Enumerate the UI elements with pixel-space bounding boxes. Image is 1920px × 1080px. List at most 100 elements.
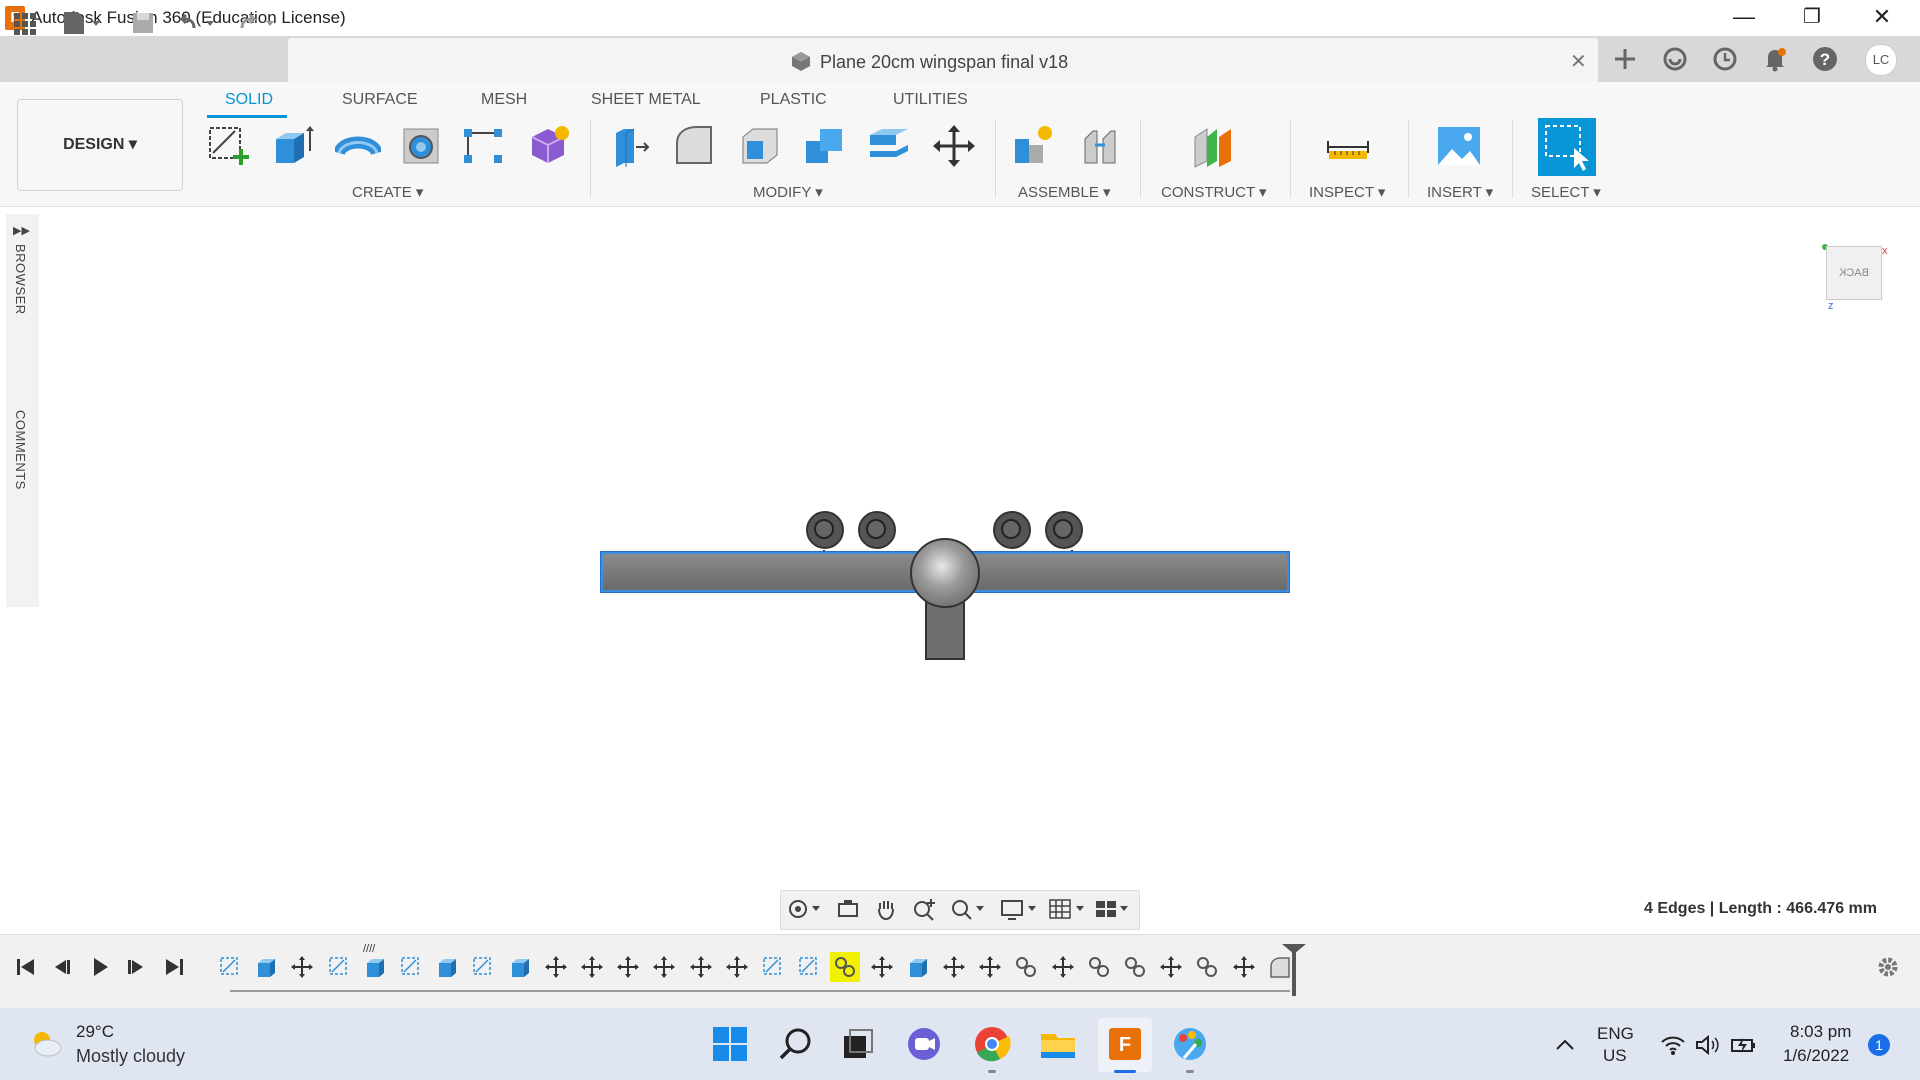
go-to-start-icon[interactable] (14, 955, 38, 979)
shell-icon[interactable] (737, 123, 783, 169)
timeline-settings-gear-icon[interactable] (1876, 955, 1900, 979)
browser-panel-tab[interactable]: BROWSER (13, 244, 28, 315)
windows-start-icon[interactable] (710, 1024, 750, 1064)
undo-icon[interactable] (176, 8, 214, 38)
notification-count-badge[interactable]: 1 (1868, 1034, 1890, 1056)
data-panel-grid-icon[interactable] (10, 8, 40, 38)
battery-charging-icon[interactable] (1730, 1034, 1758, 1056)
job-status-icon[interactable] (1710, 44, 1740, 74)
inspect-menu-dropdown[interactable]: INSPECT ▾ (1309, 183, 1385, 201)
look-at-icon[interactable] (836, 897, 860, 921)
combine-icon[interactable] (802, 123, 848, 169)
fillet-icon[interactable] (671, 123, 717, 169)
tab-solid[interactable]: SOLID (225, 91, 273, 109)
timeline-sketch-feature-icon[interactable] (218, 955, 242, 979)
create-sketch-icon[interactable] (205, 123, 251, 169)
create-form-icon[interactable] (526, 123, 572, 169)
display-settings-icon[interactable] (1000, 897, 1040, 921)
timeline-sketch-feature-icon[interactable] (761, 955, 785, 979)
select-tool-button[interactable] (1538, 118, 1596, 176)
weather-cloud-icon[interactable] (28, 1028, 64, 1058)
move-copy-icon[interactable] (931, 123, 977, 169)
zoom-window-icon[interactable] (950, 897, 990, 921)
timeline-sketch-feature-icon[interactable] (399, 955, 423, 979)
clock-time[interactable]: 8:03 pm (1790, 1022, 1851, 1042)
step-back-icon[interactable] (50, 955, 74, 979)
construct-menu-dropdown[interactable]: CONSTRUCT ▾ (1161, 183, 1267, 201)
tab-surface[interactable]: SURFACE (342, 91, 418, 109)
tab-utilities[interactable]: UTILITIES (893, 91, 968, 109)
wifi-icon[interactable] (1660, 1034, 1686, 1056)
timeline-move-feature-icon[interactable] (689, 955, 713, 979)
orbit-icon[interactable] (786, 897, 820, 921)
revolve-icon[interactable] (333, 123, 383, 169)
hole-icon[interactable] (398, 123, 444, 169)
go-to-end-icon[interactable] (162, 955, 186, 979)
timeline-move-feature-icon[interactable] (870, 955, 894, 979)
fuselage-nose-sphere[interactable] (910, 538, 980, 608)
tab-plastic[interactable]: PLASTIC (760, 91, 827, 109)
offset-plane-icon[interactable] (1191, 123, 1237, 169)
task-view-icon[interactable] (838, 1024, 878, 1064)
fusion-360-taskbar-icon[interactable]: F (1105, 1024, 1145, 1064)
pan-hand-icon[interactable] (874, 897, 898, 921)
timeline-move-feature-icon[interactable] (1232, 955, 1256, 979)
redo-icon[interactable] (236, 8, 274, 38)
input-language[interactable]: ENG (1597, 1024, 1634, 1044)
tab-mesh[interactable]: MESH (481, 91, 527, 109)
close-window-button[interactable]: ✕ (1852, 0, 1912, 36)
search-icon[interactable] (776, 1024, 816, 1064)
help-icon[interactable]: ? (1810, 44, 1840, 74)
timeline-move-feature-icon[interactable] (616, 955, 640, 979)
timeline-marker-head[interactable] (1282, 944, 1306, 954)
select-menu-dropdown[interactable]: SELECT ▾ (1531, 183, 1601, 201)
timeline-move-feature-icon[interactable] (544, 955, 568, 979)
extensions-icon[interactable] (1660, 44, 1690, 74)
expand-panel-icon[interactable]: ▶▶ (13, 224, 30, 237)
zoom-icon[interactable] (912, 897, 936, 921)
timeline-joint-feature-icon[interactable] (1195, 955, 1219, 979)
timeline-joint-feature-icon[interactable] (1123, 955, 1147, 979)
joint-icon[interactable] (1077, 123, 1123, 169)
timeline-extrude-feature-icon[interactable] (508, 955, 532, 979)
measure-icon[interactable] (1325, 123, 1371, 169)
fuselage-tail[interactable] (925, 600, 965, 660)
timeline-extrude-feature-icon[interactable] (435, 955, 459, 979)
save-icon[interactable] (128, 8, 158, 38)
volume-icon[interactable] (1694, 1034, 1720, 1056)
viewcube[interactable]: BACK (1826, 246, 1882, 300)
offset-face-icon[interactable] (866, 123, 912, 169)
play-icon[interactable] (88, 955, 112, 979)
workspace-switcher-button[interactable]: DESIGN ▾ (17, 99, 183, 191)
file-explorer-icon[interactable] (1038, 1024, 1078, 1064)
new-component-icon[interactable] (1011, 123, 1057, 169)
press-pull-icon[interactable] (608, 123, 654, 169)
user-avatar[interactable]: LC (1865, 44, 1897, 76)
modify-menu-dropdown[interactable]: MODIFY ▾ (753, 183, 823, 201)
timeline-move-feature-icon[interactable] (652, 955, 676, 979)
timeline-extrude-feature-icon[interactable] (906, 955, 930, 979)
grid-settings-icon[interactable] (1048, 897, 1088, 921)
timeline-joint-feature-icon[interactable] (1014, 955, 1038, 979)
clock-date[interactable]: 1/6/2022 (1783, 1046, 1849, 1066)
comments-panel-tab[interactable]: COMMENTS (13, 410, 28, 490)
paint-app-icon[interactable] (1170, 1024, 1210, 1064)
viewports-icon[interactable] (1094, 897, 1134, 921)
timeline-joint-feature-icon[interactable] (830, 952, 860, 982)
input-region[interactable]: US (1603, 1046, 1627, 1066)
new-tab-icon[interactable] (1610, 44, 1640, 74)
assemble-menu-dropdown[interactable]: ASSEMBLE ▾ (1018, 183, 1111, 201)
timeline-joint-feature-icon[interactable] (1087, 955, 1111, 979)
file-menu-icon[interactable] (60, 8, 100, 38)
insert-canvas-icon[interactable] (1436, 123, 1482, 169)
show-hidden-icons-chevron-icon[interactable] (1554, 1034, 1576, 1056)
insert-menu-dropdown[interactable]: INSERT ▾ (1427, 183, 1493, 201)
timeline-sketch-feature-icon[interactable] (471, 955, 495, 979)
restore-button[interactable]: ❐ (1782, 0, 1842, 36)
timeline-move-feature-icon[interactable] (290, 955, 314, 979)
timeline-move-feature-icon[interactable] (978, 955, 1002, 979)
notifications-bell-icon[interactable] (1760, 44, 1790, 74)
timeline-move-feature-icon[interactable] (725, 955, 749, 979)
timeline-sketch-feature-icon[interactable] (327, 955, 351, 979)
teams-chat-icon[interactable] (904, 1024, 944, 1064)
